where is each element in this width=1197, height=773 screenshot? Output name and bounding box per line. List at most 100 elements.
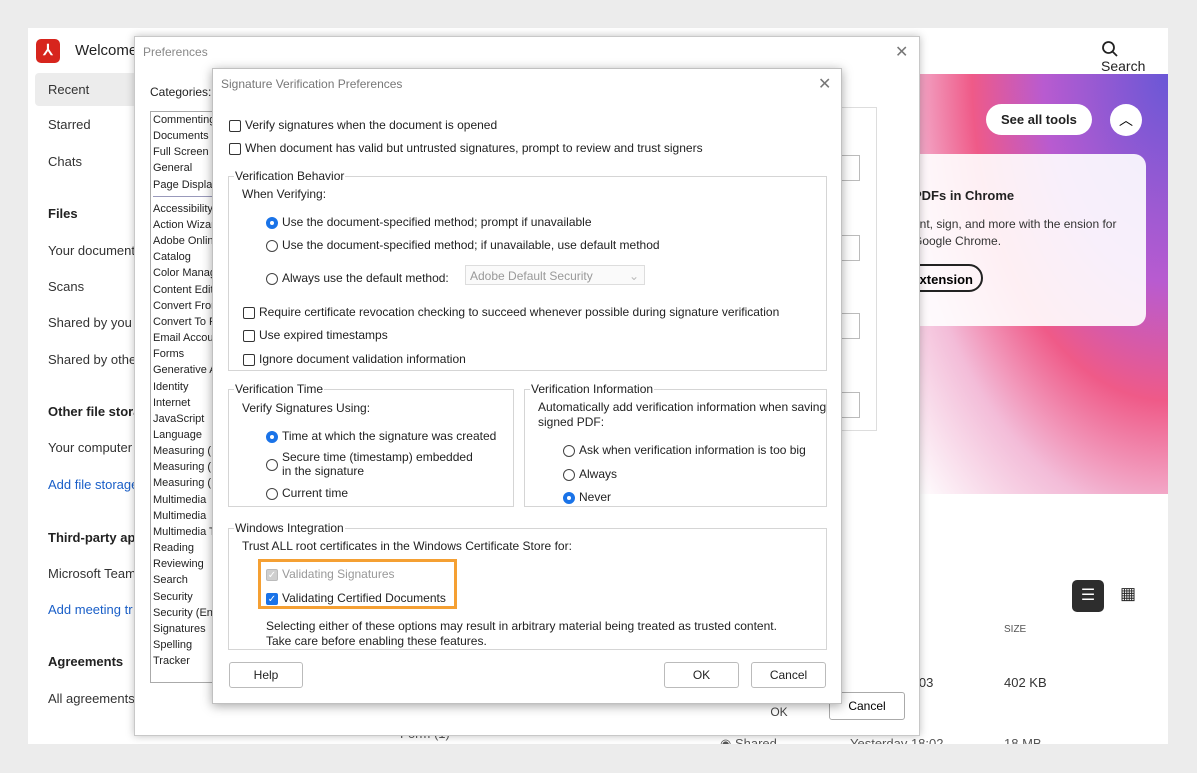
preferences-field[interactable] (840, 235, 860, 261)
time-secure-label: Secure time (timestamp) embedded in the s… (282, 450, 473, 478)
category-item[interactable]: Multimedia T (151, 524, 219, 540)
sidebar-item[interactable]: Starred (48, 117, 91, 132)
info-never-label: Never (579, 490, 612, 504)
sidebar-item[interactable]: Chats (48, 154, 82, 169)
validating-certified-checkbox[interactable]: ✓ Validating Certified Documents (266, 591, 446, 605)
size-column-header[interactable]: SIZE (1004, 624, 1026, 635)
promo-title: PDFs in Chrome (913, 188, 1015, 203)
category-item[interactable]: Adobe Onlin (151, 233, 219, 249)
validating-signatures-checkbox[interactable]: ✓ Validating Signatures (266, 567, 395, 581)
ignore-validation-checkbox[interactable]: Ignore document validation information (243, 352, 466, 366)
category-item[interactable]: Page Display (151, 177, 219, 193)
time-secure-radio[interactable] (266, 457, 282, 471)
preferences-close-button[interactable]: ✕ (895, 42, 908, 62)
radio-on (266, 216, 278, 229)
require-revocation-label: Require certificate revocation checking … (259, 305, 780, 319)
method-default-label: Use the document-specified method; if un… (282, 238, 660, 252)
category-item[interactable]: Internet (151, 395, 219, 411)
category-item[interactable]: Color Manag (151, 265, 219, 281)
category-item[interactable]: Action Wizar (151, 217, 219, 233)
info-always-radio[interactable]: Always (563, 467, 617, 481)
windows-integration-title: Windows Integration (234, 521, 345, 535)
checkbox-box (243, 353, 255, 366)
category-item[interactable]: JavaScript (151, 411, 219, 427)
category-item[interactable]: Multimedia (151, 508, 219, 524)
category-item[interactable]: Catalog (151, 249, 219, 265)
method-prompt-radio[interactable]: Use the document-specified method; promp… (266, 215, 592, 229)
category-item[interactable]: Measuring ( (151, 475, 219, 491)
category-item[interactable]: Convert To P (151, 314, 219, 330)
category-item[interactable]: Reading (151, 540, 219, 556)
categories-list[interactable]: Commenting Documents Full Screen General Pag… (150, 111, 220, 683)
sidebar-item[interactable]: Shared by you (48, 315, 132, 330)
preferences-field[interactable] (840, 392, 860, 418)
sidebar-item[interactable]: Add file storage (48, 477, 138, 492)
row-shared-label: Shared (734, 736, 777, 744)
radio-off (563, 468, 575, 481)
category-item[interactable]: Accessibility (151, 201, 219, 217)
time-current-label: Current time (282, 486, 349, 500)
info-never-radio[interactable]: Never (563, 490, 611, 504)
category-item[interactable]: Language (151, 427, 219, 443)
info-ask-radio[interactable]: Ask when verification information is too… (563, 443, 806, 457)
sidebar-item[interactable]: Microsoft Team (48, 566, 136, 581)
dialog-close-button[interactable]: ✕ (818, 74, 831, 94)
sidebar-item[interactable]: Your computer (48, 440, 132, 455)
sidebar-item[interactable]: Your document (48, 243, 135, 258)
list-view-button[interactable]: ☰ (1072, 580, 1104, 612)
search-button[interactable]: Search (1101, 40, 1168, 74)
prompt-untrusted-checkbox[interactable]: When document has valid but untrusted si… (229, 141, 703, 155)
default-method-select[interactable]: Adobe Default Security ⌄ (465, 265, 645, 285)
when-verifying-label: When Verifying: (242, 187, 327, 201)
category-item[interactable]: Measuring ( (151, 459, 219, 475)
cancel-button[interactable]: Cancel (751, 662, 826, 688)
category-item[interactable]: Content Edit (151, 282, 219, 298)
category-item[interactable]: Search (151, 572, 219, 588)
collapse-button[interactable]: ︿ (1110, 104, 1142, 136)
chevron-down-icon: ⌄ (628, 269, 639, 283)
category-item[interactable]: Security (151, 589, 219, 605)
help-button[interactable]: Help (229, 662, 303, 688)
sidebar-item[interactable]: Scans (48, 279, 84, 294)
category-item[interactable]: Spelling (151, 637, 219, 653)
category-item[interactable]: Email Accou (151, 330, 219, 346)
row-shared: ◉ Shared (720, 736, 777, 744)
category-item[interactable]: Tracker (151, 653, 219, 669)
category-item[interactable]: Identity (151, 379, 219, 395)
preferences-field[interactable] (840, 313, 860, 339)
sidebar: Recent Starred Chats Files Your document Scan… (28, 73, 161, 744)
category-item[interactable]: General (151, 160, 219, 176)
category-item[interactable]: Commenting (151, 112, 219, 128)
info-always-label: Always (579, 467, 618, 481)
row-size-2: 18 MB (1004, 736, 1042, 744)
method-default-radio[interactable]: Use the document-specified method; if un… (266, 238, 660, 252)
checkbox-box (229, 142, 241, 155)
time-created-radio[interactable]: Time at which the signature was created (266, 429, 496, 443)
category-item[interactable]: Full Screen (151, 144, 219, 160)
sidebar-item[interactable]: All agreements (48, 691, 135, 706)
category-item[interactable]: Multimedia (151, 492, 219, 508)
use-expired-checkbox[interactable]: Use expired timestamps (243, 328, 388, 342)
time-current-radio[interactable]: Current time (266, 486, 348, 500)
ok-button[interactable]: OK (664, 662, 739, 688)
see-all-tools-button[interactable]: See all tools (986, 104, 1092, 135)
ignore-validation-label: Ignore document validation information (259, 352, 466, 366)
grid-view-button[interactable]: ▦ (1120, 584, 1136, 604)
radio-off (266, 239, 278, 252)
category-item[interactable]: Convert Fron (151, 298, 219, 314)
sidebar-item[interactable]: Add meeting tr (48, 602, 133, 617)
category-item[interactable]: Security (En (151, 605, 219, 621)
category-item[interactable]: Documents (151, 128, 219, 144)
verify-on-open-checkbox[interactable]: Verify signatures when the document is o… (229, 118, 497, 132)
category-item[interactable]: Measuring ( (151, 443, 219, 459)
verify-on-open-label: Verify signatures when the document is o… (245, 118, 498, 132)
preferences-field[interactable] (840, 155, 860, 181)
category-item[interactable]: Signatures (151, 621, 219, 637)
category-item[interactable]: Generative A (151, 362, 219, 378)
method-always-radio[interactable]: Always use the default method: (266, 271, 449, 285)
category-item[interactable]: Forms (151, 346, 219, 362)
sidebar-item[interactable]: Shared by othe (48, 352, 136, 367)
category-item[interactable]: Reviewing (151, 556, 219, 572)
validating-signatures-label: Validating Signatures (282, 567, 395, 581)
require-revocation-checkbox[interactable]: Require certificate revocation checking … (243, 305, 779, 319)
